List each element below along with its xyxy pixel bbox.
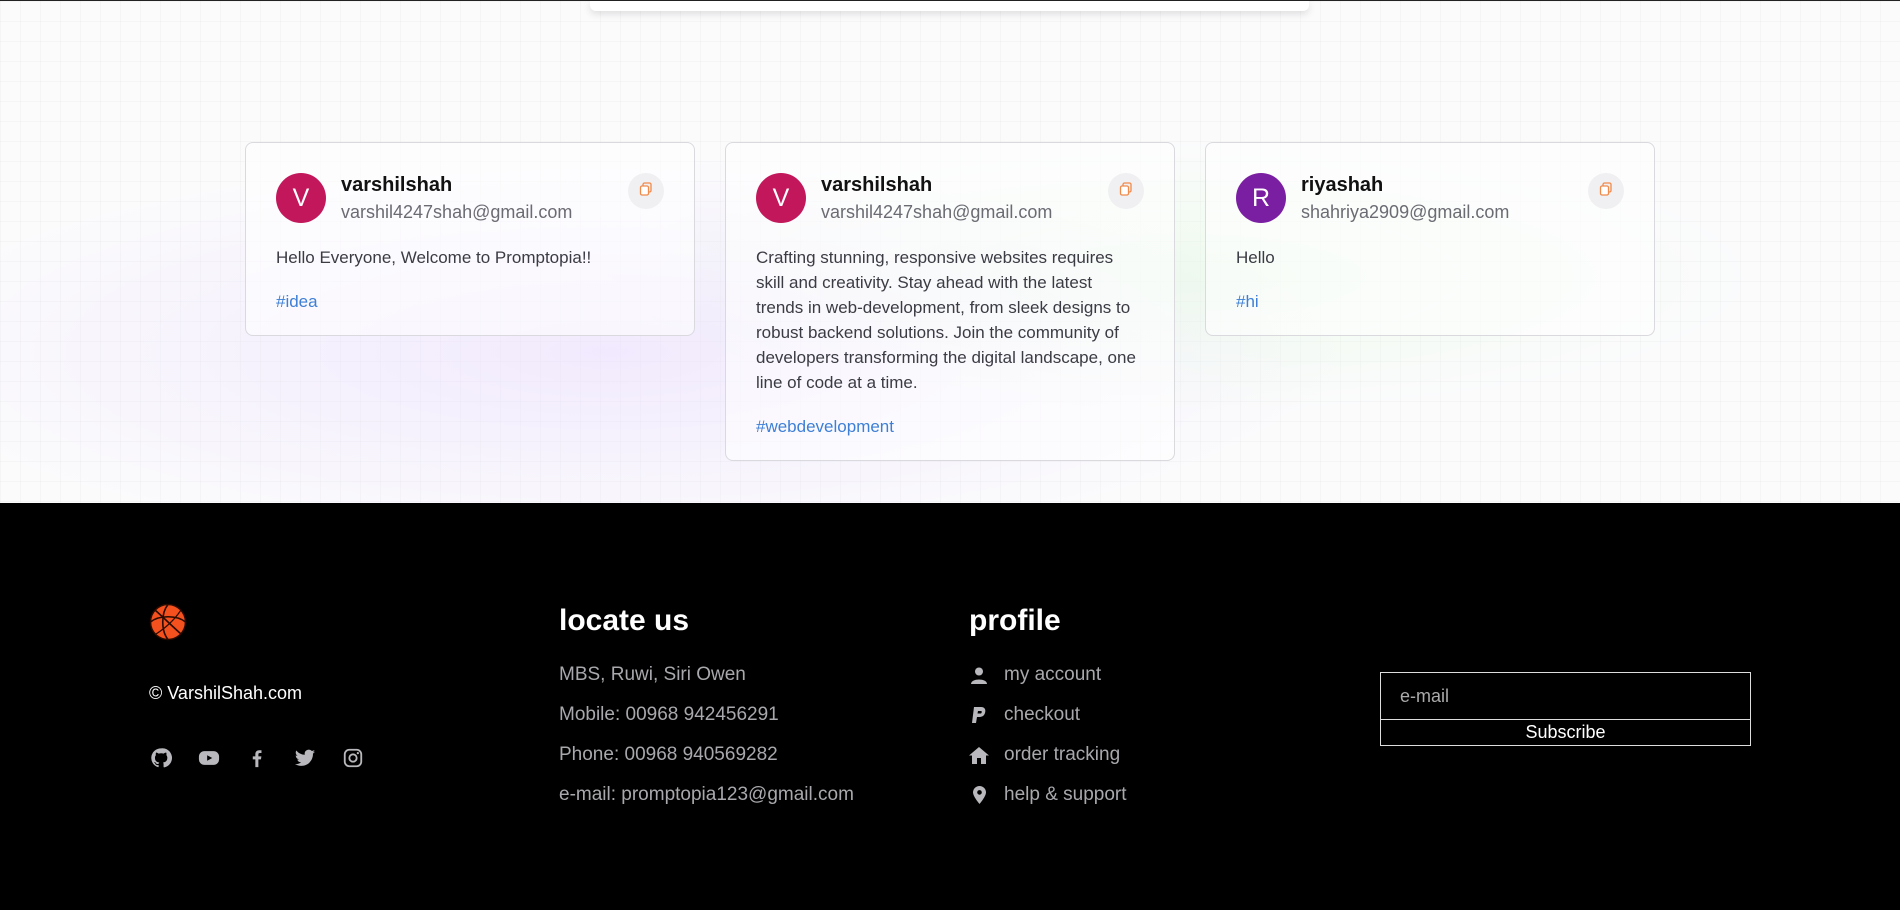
- locate-us-column: locate us MBS, Ruwi, Siri Owen Mobile: 0…: [559, 603, 854, 815]
- search-panel-edge: [590, 1, 1309, 11]
- mobile-line: Mobile: 00968 942456291: [559, 704, 779, 725]
- prompt-text: Hello Everyone, Welcome to Promptopia!!: [276, 248, 592, 267]
- username[interactable]: varshilshah: [341, 173, 572, 197]
- address-line: MBS, Ruwi, Siri Owen: [559, 664, 746, 685]
- user-info: riyashah shahriya2909@gmail.com: [1301, 173, 1509, 224]
- prompt-card: V varshilshah varshil4247shah@gmail.com …: [245, 142, 695, 336]
- user-info: varshilshah varshil4247shah@gmail.com: [341, 173, 572, 224]
- username[interactable]: varshilshah: [821, 173, 1052, 197]
- prompt-tag[interactable]: #hi: [1236, 291, 1624, 313]
- profile-link-my-account[interactable]: my account: [969, 655, 1127, 695]
- prompt-text: Crafting stunning, responsive websites r…: [756, 248, 1136, 392]
- copy-icon: [1119, 181, 1133, 201]
- twitter-icon[interactable]: [293, 746, 317, 770]
- card-header[interactable]: V varshilshah varshil4247shah@gmail.com: [276, 173, 664, 223]
- profile-link-order-tracking[interactable]: order tracking: [969, 735, 1127, 775]
- user-icon: [969, 667, 989, 684]
- phone-line: Phone: 00968 940569282: [559, 744, 778, 765]
- home-icon: [969, 746, 989, 764]
- youtube-icon[interactable]: [197, 746, 221, 770]
- copy-button[interactable]: [1588, 173, 1624, 209]
- user-email: varshil4247shah@gmail.com: [341, 201, 573, 222]
- user-email: varshil4247shah@gmail.com: [821, 201, 1053, 222]
- basketball-logo-icon[interactable]: [149, 603, 187, 646]
- profile-link-help-support[interactable]: help & support: [969, 775, 1127, 815]
- map-pin-icon: [969, 786, 989, 804]
- profile-link-checkout[interactable]: checkout: [969, 695, 1127, 735]
- prompt-tag[interactable]: #idea: [276, 291, 664, 313]
- avatar[interactable]: V: [756, 173, 806, 223]
- email-line: e-mail: promptopia123@gmail.com: [559, 784, 854, 805]
- prompt-card: V varshilshah varshil4247shah@gmail.com …: [725, 142, 1175, 461]
- subscribe-button[interactable]: Subscribe: [1380, 720, 1751, 746]
- profile-link-label: checkout: [1004, 704, 1081, 725]
- user-email: shahriya2909@gmail.com: [1301, 201, 1510, 222]
- card-header[interactable]: R riyashah shahriya2909@gmail.com: [1236, 173, 1624, 223]
- username[interactable]: riyashah: [1301, 173, 1509, 197]
- copy-button[interactable]: [628, 173, 664, 209]
- newsletter-email-input[interactable]: [1380, 672, 1751, 720]
- site-footer: © VarshilShah.com locate us MBS, Ruwi, S…: [0, 503, 1900, 910]
- facebook-icon[interactable]: [245, 746, 269, 770]
- social-links: [149, 746, 365, 770]
- profile-link-label: order tracking: [1004, 744, 1121, 765]
- copy-icon: [639, 181, 653, 201]
- copy-icon: [1599, 181, 1613, 201]
- prompt-tag[interactable]: #webdevelopment: [756, 416, 1144, 438]
- profile-link-label: my account: [1004, 664, 1102, 685]
- profile-column: profile my account checkout order tracki…: [969, 603, 1127, 815]
- copyright-text: © VarshilShah.com: [149, 683, 302, 703]
- prompt-card: R riyashah shahriya2909@gmail.com Hello …: [1205, 142, 1655, 336]
- avatar[interactable]: V: [276, 173, 326, 223]
- profile-heading: profile: [969, 604, 1061, 637]
- profile-link-label: help & support: [1004, 784, 1127, 805]
- instagram-icon[interactable]: [341, 746, 365, 770]
- card-header[interactable]: V varshilshah varshil4247shah@gmail.com: [756, 173, 1144, 223]
- copy-button[interactable]: [1108, 173, 1144, 209]
- user-info: varshilshah varshil4247shah@gmail.com: [821, 173, 1052, 224]
- prompt-text: Hello: [1236, 248, 1275, 267]
- newsletter-form: Subscribe: [1380, 672, 1751, 746]
- feed-section: V varshilshah varshil4247shah@gmail.com …: [0, 0, 1900, 503]
- avatar[interactable]: R: [1236, 173, 1286, 223]
- locate-us-heading: locate us: [559, 604, 690, 637]
- paypal-icon: [969, 706, 989, 724]
- github-icon[interactable]: [149, 746, 173, 770]
